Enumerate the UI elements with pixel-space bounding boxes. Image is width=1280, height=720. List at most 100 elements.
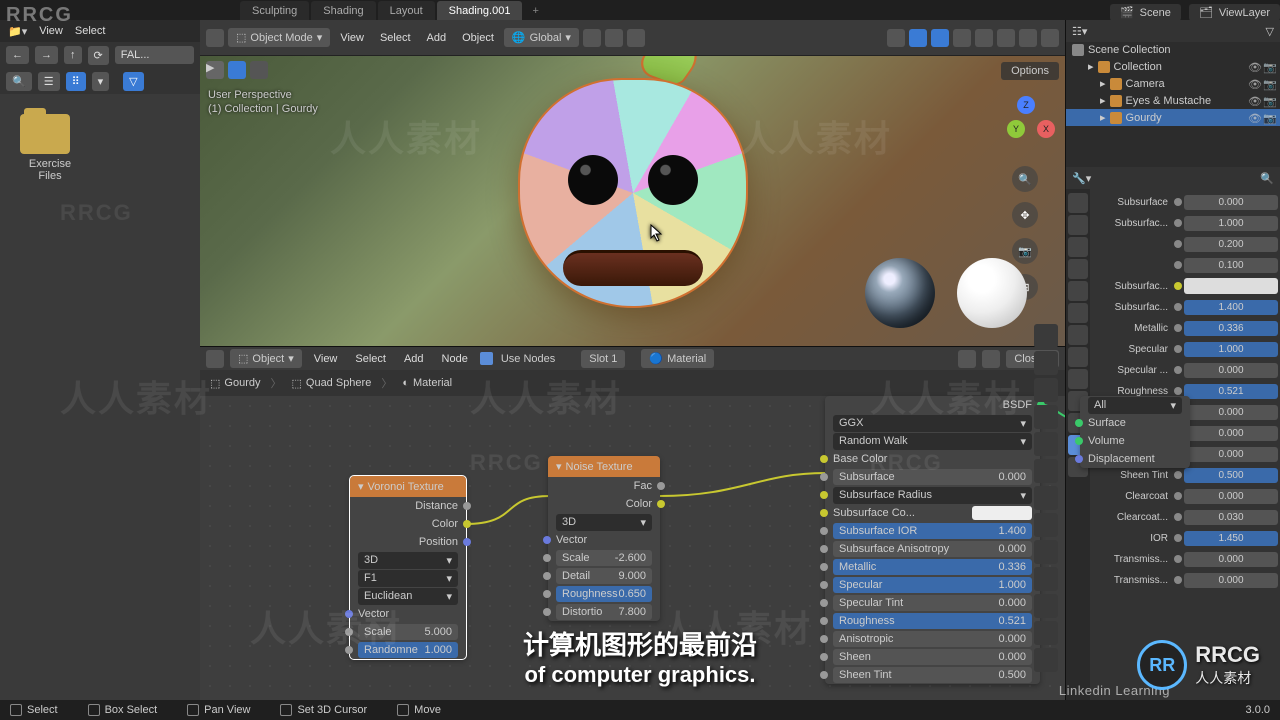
slot-selector[interactable]: Slot 1 [581,350,625,368]
tool-7-icon[interactable] [1034,486,1058,510]
editor-type-icon[interactable] [206,350,224,368]
axis-z[interactable]: Z [1017,96,1035,114]
material-selector[interactable]: 🔵 Material [641,349,714,368]
pan-icon[interactable]: ✥ [1012,202,1038,228]
ptab-particles[interactable] [1068,347,1088,367]
output-all[interactable]: All▾ [1080,396,1190,414]
node-canvas[interactable]: ▾Voronoi Texture Distance Color Position… [200,396,1065,700]
outliner-item-camera[interactable]: ▸ Camera👁📷 [1066,75,1280,92]
folder-exercise-files[interactable]: Exercise Files [20,114,80,182]
noise-detail[interactable]: Detail9.000 [548,567,660,585]
filter-button[interactable]: ▽ [123,72,143,91]
orientation-selector[interactable]: 🌐 Global ▾ [504,28,579,47]
outliner-item-eyes-mustache[interactable]: ▸ Eyes & Mustache👁📷 [1066,92,1280,109]
select-tool-icon[interactable] [228,61,246,79]
pivot-icon[interactable] [583,29,601,47]
crumb-quadsphere[interactable]: ⬚ Quad Sphere [291,377,371,390]
tool-10-icon[interactable] [1034,567,1058,591]
prop-specular[interactable]: Specular1.000 [1092,339,1278,359]
select-tool-2[interactable] [250,61,268,79]
tab-shading001[interactable]: Shading.001 [437,1,523,21]
cut-tool-icon[interactable] [1034,405,1058,429]
bsdf-subsurface-radius[interactable]: Subsurface Radius▾ [825,486,1040,504]
bsdf-subsurface-anisotropy[interactable]: Subsurface Anisotropy0.000 [825,540,1040,558]
links-tool-icon[interactable] [1034,378,1058,402]
voronoi-sel-3d[interactable]: 3D▾ [350,551,466,569]
outliner-item-gourdy[interactable]: ▸ Gourdy👁📷 [1066,109,1280,126]
ne-add[interactable]: Add [398,351,430,367]
vp-add[interactable]: Add [421,30,453,46]
shade-render-icon[interactable] [1041,29,1059,47]
zoom-icon[interactable]: 🔍 [1012,166,1038,192]
sort-button[interactable]: ▾ [92,72,110,91]
tab-layout[interactable]: Layout [378,1,435,21]
crumb-material[interactable]: ◐ Material [402,377,452,389]
vp-object[interactable]: Object [456,30,500,46]
ptab-output[interactable] [1068,215,1088,235]
nav-up-button[interactable]: ↑ [64,46,82,64]
editor-type-icon[interactable] [206,29,224,47]
play-icon[interactable]: ▶ [206,61,224,79]
noise-distort[interactable]: Distortio7.800 [548,603,660,621]
prop-clearcoat-[interactable]: Clearcoat...0.030 [1092,507,1278,527]
noise-roughness[interactable]: Roughness0.650 [548,585,660,603]
outliner-item-collection[interactable]: ▸ Collection👁📷 [1066,58,1280,75]
ptab-physics[interactable] [1068,369,1088,389]
props-icon[interactable]: 🔧▾ [1072,172,1091,185]
prop-ior[interactable]: IOR1.450 [1092,528,1278,548]
overlay-gizmo-icon[interactable] [909,29,927,47]
shade-wire-icon[interactable] [975,29,993,47]
prop-subsurfac-[interactable]: Subsurfac... [1092,276,1278,296]
node-material-output[interactable]: All▾ Surface Volume Displacement [1080,396,1190,468]
bsdf-metallic[interactable]: Metallic0.336 [825,558,1040,576]
voronoi-scale[interactable]: Scale5.000 [350,623,466,641]
ne-node[interactable]: Node [436,351,474,367]
arrow-tool-icon[interactable] [1034,324,1058,348]
tool-9-icon[interactable] [1034,540,1058,564]
fb-view[interactable]: View [39,25,63,37]
bsdf-out[interactable]: BSDF [825,396,1040,414]
bsdf-specular-tint[interactable]: Specular Tint0.000 [825,594,1040,612]
noise-out-fac[interactable]: Fac [548,477,660,495]
mat-thumb-icon[interactable] [982,350,1000,368]
path-field[interactable]: FAL... [115,46,194,64]
search-button[interactable]: 🔍 [6,72,32,91]
bsdf-sheen[interactable]: Sheen0.000 [825,648,1040,666]
ne-select[interactable]: Select [349,351,392,367]
mode-selector[interactable]: ⬚Object Mode▾ [228,28,330,47]
tab-sculpting[interactable]: Sculpting [240,1,309,21]
nav-back-button[interactable]: ← [6,46,29,64]
overlay-icon[interactable] [931,29,949,47]
noise-sel-3d[interactable]: 3D▾ [548,513,660,531]
3d-viewport[interactable]: ▶ User Perspective (1) Collection | Gour… [200,56,1065,346]
node-principled-bsdf[interactable]: BSDF GGX▾ Random Walk▾ Base ColorSubsurf… [825,396,1040,684]
orbit-gizmo[interactable]: Z Y X [995,96,1055,156]
viewport-options[interactable]: Options [1001,62,1059,80]
nav-refresh-button[interactable]: ⟳ [88,46,109,65]
fb-select[interactable]: Select [75,25,106,37]
vp-view[interactable]: View [334,30,370,46]
ptab-scene[interactable] [1068,259,1088,279]
select-tool-icon[interactable] [1034,351,1058,375]
snap-icon[interactable] [605,29,623,47]
bsdf-anisotropic[interactable]: Anisotropic0.000 [825,630,1040,648]
search-icon[interactable]: ▽ [1266,25,1274,38]
voronoi-out-color[interactable]: Color [350,515,466,533]
prop-specular-[interactable]: Specular ...0.000 [1092,360,1278,380]
axis-x[interactable]: X [1037,120,1055,138]
bsdf-randomwalk[interactable]: Random Walk▾ [825,432,1040,450]
nodeobj-selector[interactable]: ⬚ Object ▾ [230,349,302,368]
ptab-object[interactable] [1068,303,1088,323]
bsdf-subsurface[interactable]: Subsurface0.000 [825,468,1040,486]
prop-sheen-tint[interactable]: Sheen Tint0.500 [1092,465,1278,485]
prop-metallic[interactable]: Metallic0.336 [1092,318,1278,338]
tool-13-icon[interactable] [1034,648,1058,672]
voronoi-vector[interactable]: Vector [350,605,466,623]
prop-value[interactable]: 0.200 [1092,234,1278,254]
prop-clearcoat[interactable]: Clearcoat0.000 [1092,486,1278,506]
output-displacement[interactable]: Displacement [1080,450,1190,468]
noise-scale[interactable]: Scale-2.600 [548,549,660,567]
node-voronoi[interactable]: ▾Voronoi Texture Distance Color Position… [350,476,466,659]
display-list[interactable]: ☰ [38,72,60,91]
tool-11-icon[interactable] [1034,594,1058,618]
